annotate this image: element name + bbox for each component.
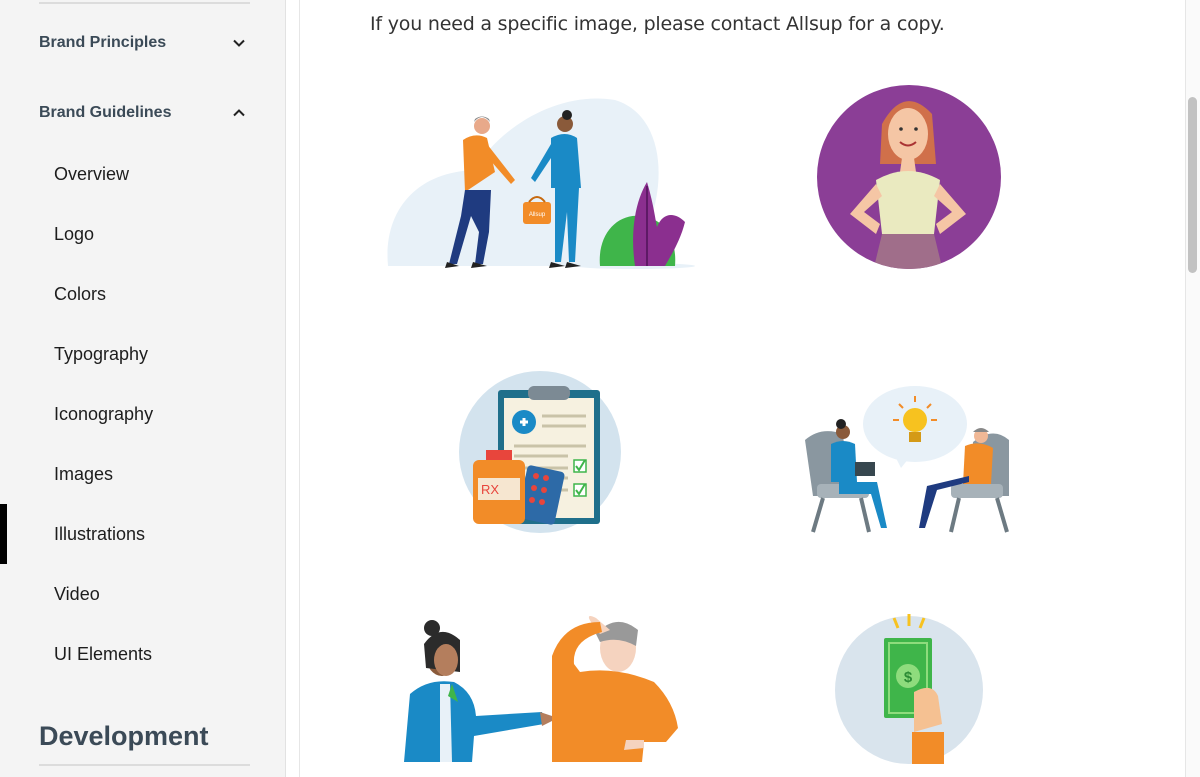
handshake-illustration: Allsup — [387, 98, 695, 269]
bag-logo: Allsup — [529, 212, 546, 218]
section-development[interactable]: Development — [39, 721, 209, 752]
rx-label: RX — [481, 482, 499, 497]
section-label: Brand Guidelines — [39, 104, 172, 121]
intro-text: If you need a specific image, please con… — [370, 13, 945, 35]
section-brand-principles[interactable]: Brand Principles — [39, 31, 250, 55]
conversation-confused-illustration — [404, 616, 678, 762]
scrollbar-thumb[interactable] — [1188, 97, 1197, 273]
content-border — [299, 0, 300, 777]
sidebar-divider — [39, 2, 250, 4]
woman-portrait-illustration — [817, 85, 1001, 269]
section-label: Brand Principles — [39, 34, 167, 51]
sidebar-item-colors[interactable]: Colors — [54, 282, 106, 306]
sidebar-item-illustrations[interactable]: Illustrations — [54, 522, 145, 546]
dollar-symbol: $ — [904, 669, 913, 686]
sidebar-item-logo[interactable]: Logo — [54, 222, 94, 246]
sidebar-item-overview[interactable]: Overview — [54, 162, 129, 186]
section-brand-guidelines[interactable]: Brand Guidelines — [39, 101, 250, 125]
sidebar-item-video[interactable]: Video — [54, 582, 100, 606]
money-in-hand-illustration: $ — [835, 614, 983, 764]
sidebar-item-ui-elements[interactable]: UI Elements — [54, 642, 152, 666]
chevron-down-icon — [233, 39, 245, 47]
sidebar-item-iconography[interactable]: Iconography — [54, 402, 153, 426]
active-item-marker — [0, 504, 7, 564]
sidebar-divider — [39, 764, 250, 766]
consultation-idea-illustration — [805, 386, 1009, 533]
sidebar: Brand Principles Brand Guidelines Overvi… — [0, 0, 286, 777]
sidebar-item-typography[interactable]: Typography — [54, 342, 148, 366]
prescription-clipboard-illustration: RX — [459, 371, 621, 533]
chevron-up-icon — [233, 109, 245, 117]
sidebar-item-images[interactable]: Images — [54, 462, 113, 486]
